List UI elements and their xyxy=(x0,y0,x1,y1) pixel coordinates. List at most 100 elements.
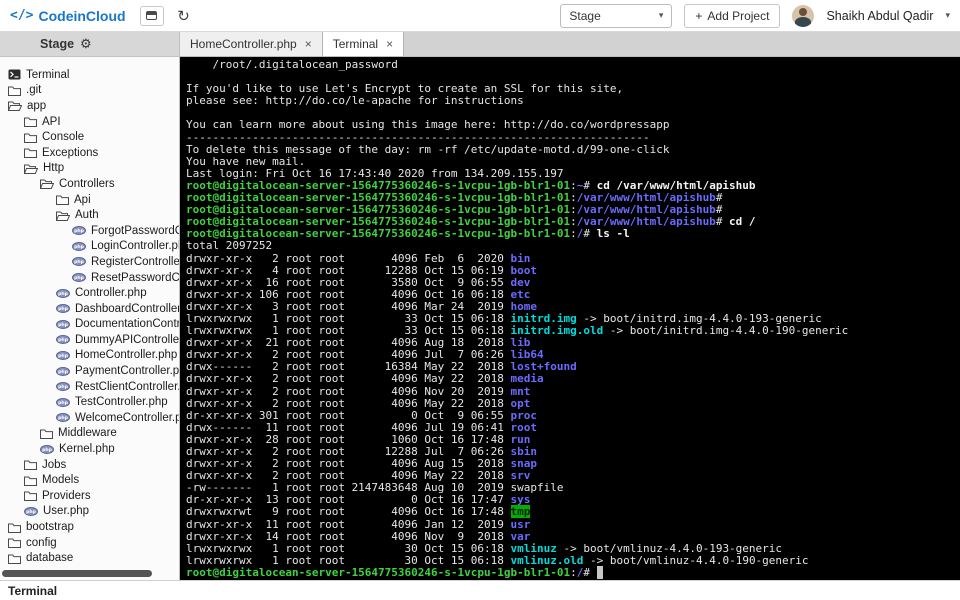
folder-icon xyxy=(8,553,21,564)
tree-item-label: HomeController.php xyxy=(75,349,178,362)
php-icon: php xyxy=(72,241,86,251)
tab-label: Terminal xyxy=(332,37,379,51)
tree-item-label: ResetPasswordController.php xyxy=(91,271,179,284)
tree-item-controller-php[interactable]: php Controller.php xyxy=(0,285,179,301)
window-button[interactable] xyxy=(139,5,164,26)
terminal-output[interactable]: /root/.digitalocean_password If you'd li… xyxy=(180,57,960,580)
tree-item-terminal[interactable]: Terminal xyxy=(0,67,179,83)
svg-text:php: php xyxy=(74,228,85,234)
gear-icon[interactable]: ⚙ xyxy=(80,36,92,52)
svg-text:php: php xyxy=(58,400,69,406)
tree-item-jobs[interactable]: Jobs xyxy=(0,457,179,473)
tree-item-testcontroller-php[interactable]: php TestController.php xyxy=(0,394,179,410)
tree-item-label: bootstrap xyxy=(26,521,74,534)
folder-icon xyxy=(24,116,37,128)
tree-item-label: API xyxy=(42,115,61,128)
tree-item-label: WelcomeController.php xyxy=(75,411,179,424)
svg-text:php: php xyxy=(58,338,69,344)
status-label: Terminal xyxy=(8,583,58,598)
add-project-button[interactable]: + Add Project xyxy=(684,3,781,28)
tree-item-app[interactable]: app xyxy=(0,98,179,114)
tree-item-controllers[interactable]: Controllers xyxy=(0,176,179,192)
add-project-label: Add Project xyxy=(707,8,770,23)
terminal-line: root@digitalocean-server-1564775360246-s… xyxy=(186,565,954,579)
tree-item-dummyapicontroller-php[interactable]: php DummyAPIController.php xyxy=(0,332,179,348)
tab-terminal[interactable]: Terminal × xyxy=(322,32,405,56)
tree-item-resetpasswordcontroller-php[interactable]: php ResetPasswordController.php xyxy=(0,270,179,286)
php-icon: php xyxy=(56,413,70,423)
folder-icon xyxy=(8,522,21,533)
tree-item-models[interactable]: Models xyxy=(0,472,179,488)
svg-text:php: php xyxy=(58,291,69,297)
tree-item-middleware[interactable]: Middleware xyxy=(0,426,179,442)
tree-item-label: PaymentController.php xyxy=(75,365,179,378)
folder-icon xyxy=(24,475,37,486)
tree-item-label: Terminal xyxy=(26,68,70,81)
sidebar-hscrollbar[interactable] xyxy=(2,570,152,577)
tree-item-dashboardcontroller-php[interactable]: php DashboardController.php xyxy=(0,301,179,317)
php-icon: php xyxy=(56,288,70,298)
tree-item-api[interactable]: API xyxy=(0,114,179,130)
tree-item-homecontroller-php[interactable]: php HomeController.php xyxy=(0,348,179,364)
tree-item-label: Models xyxy=(42,474,80,487)
tree-item-label: ForgotPasswordController.php xyxy=(91,224,179,237)
file-tree: Terminal .git app API Console Exceptions Http C… xyxy=(0,57,179,566)
chevron-down-icon: ▾ xyxy=(658,10,664,20)
tree-item-label: .git xyxy=(26,84,42,97)
tree-item-exceptions[interactable]: Exceptions xyxy=(0,145,179,161)
folder-icon xyxy=(8,537,21,549)
tree-item-label: Auth xyxy=(75,209,99,222)
folder-open-icon xyxy=(24,163,38,174)
user-name[interactable]: Shaikh Abdul Qadir xyxy=(826,9,933,23)
tree-item-logincontroller-php[interactable]: php LoginController.php xyxy=(0,239,179,255)
tree-item-restclientcontroller-php[interactable]: php RestClientController.php xyxy=(0,379,179,395)
svg-text:php: php xyxy=(58,353,69,359)
tree-item-api[interactable]: Api xyxy=(0,192,179,208)
tree-item-paymentcontroller-php[interactable]: php PaymentController.php xyxy=(0,363,179,379)
tree-item-documentationcontroller-php[interactable]: php DocumentationController.php xyxy=(0,317,179,333)
tree-item-label: Kernel.php xyxy=(59,443,115,456)
terminal-line: please see: http://do.co/le-apache for i… xyxy=(186,94,524,108)
user-avatar[interactable] xyxy=(792,4,815,27)
app-logo[interactable]: </> CodeinCloud xyxy=(10,8,126,24)
code-brackets-icon: </> xyxy=(10,8,34,23)
svg-text:php: php xyxy=(58,306,69,312)
tree-item-welcomecontroller-php[interactable]: php WelcomeController.php xyxy=(0,410,179,426)
folder-icon xyxy=(8,85,21,96)
tree-item-label: Api xyxy=(74,193,91,206)
php-icon: php xyxy=(72,257,86,267)
tree-item-label: RestClientController.php xyxy=(75,380,179,393)
tree-item-database[interactable]: database xyxy=(0,550,179,566)
tree-item-user-php[interactable]: php User.php xyxy=(0,504,179,520)
tab-close-icon[interactable]: × xyxy=(305,37,312,51)
tree-item-label: Http xyxy=(43,162,65,175)
php-icon: php xyxy=(72,226,86,236)
editor-area: HomeController.php × Terminal × /root/.digi… xyxy=(180,32,960,580)
tree-item-http[interactable]: Http xyxy=(0,161,179,177)
tree-item-label: Jobs xyxy=(42,458,67,471)
tree-item-console[interactable]: Console xyxy=(0,129,179,145)
refresh-button[interactable]: ↻ xyxy=(171,5,196,26)
tree-item-bootstrap[interactable]: bootstrap xyxy=(0,519,179,535)
sidebar: Stage ⚙ Terminal .git app API Console Excepti… xyxy=(0,32,180,580)
php-icon: php xyxy=(56,350,70,360)
tree-item-config[interactable]: config xyxy=(0,535,179,551)
tree-item-kernel-php[interactable]: php Kernel.php xyxy=(0,441,179,457)
tree-item-auth[interactable]: Auth xyxy=(0,207,179,223)
user-menu-chevron-icon[interactable]: ▾ xyxy=(945,10,950,21)
tree-item-forgotpasswordcontroller-php[interactable]: php ForgotPasswordController.php xyxy=(0,223,179,239)
folder-open-icon xyxy=(40,178,54,190)
svg-text:php: php xyxy=(74,244,85,250)
php-icon: php xyxy=(56,366,70,376)
tab-homecontroller-php[interactable]: HomeController.php × xyxy=(180,32,323,56)
tree-item-label: Console xyxy=(42,131,85,144)
tab-label: HomeController.php xyxy=(190,37,297,51)
app-title: CodeinCloud xyxy=(38,7,126,24)
tree-item-git[interactable]: .git xyxy=(0,83,179,99)
environment-select[interactable]: Stage ▾ xyxy=(560,3,673,28)
php-icon: php xyxy=(40,444,54,454)
tab-close-icon[interactable]: × xyxy=(386,37,393,51)
folder-open-icon xyxy=(8,100,22,112)
tree-item-registercontroller-php[interactable]: php RegisterController.php xyxy=(0,254,179,270)
tree-item-providers[interactable]: Providers xyxy=(0,488,179,504)
